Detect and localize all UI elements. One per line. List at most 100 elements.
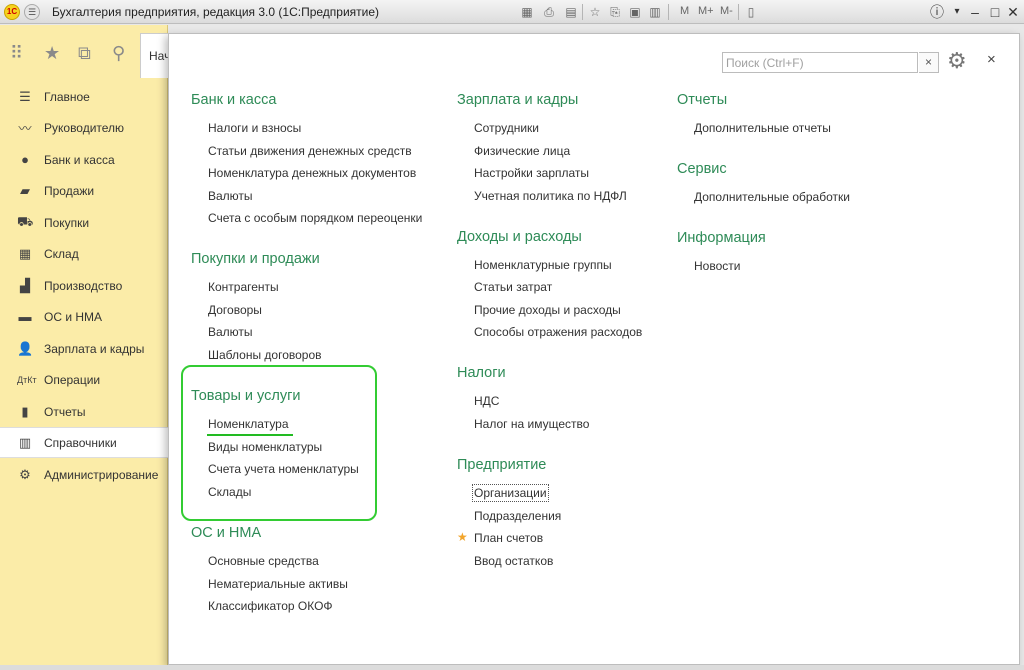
link-nomenclature-accounts[interactable]: Счета учета номенклатуры <box>208 462 359 476</box>
link-organizations[interactable]: Организации <box>472 484 549 502</box>
link-icon[interactable]: ⎘ <box>606 3 624 21</box>
window-mode-icon[interactable]: ▯ <box>742 3 760 21</box>
link-ndfl-policy[interactable]: Учетная политика по НДФЛ <box>474 189 627 203</box>
link-additional-reports[interactable]: Дополнительные отчеты <box>694 121 831 135</box>
search-icon[interactable]: ⚲ <box>112 43 125 64</box>
section-director[interactable]: 〰 Руководителю <box>0 112 168 143</box>
history-icon[interactable]: ▣ <box>626 3 644 21</box>
group-title-purchases-sales: Покупки и продажи <box>191 251 320 267</box>
minimize-button[interactable]: – <box>964 2 986 22</box>
link-warehouses[interactable]: Склады <box>208 485 251 499</box>
calendar-icon[interactable]: ▦ <box>518 3 536 21</box>
section-sales[interactable]: ▰ Продажи <box>0 175 168 206</box>
section-label: Производство <box>44 278 123 293</box>
section-operations[interactable]: ДтКт Операции <box>0 364 168 395</box>
section-reports[interactable]: ▮ Отчеты <box>0 396 168 427</box>
section-bank[interactable]: ● Банк и касса <box>0 144 168 175</box>
coin-icon: ● <box>21 152 29 167</box>
memory-plus-button[interactable]: M+ <box>698 5 714 17</box>
favorite-icon[interactable]: ☆ <box>586 3 604 21</box>
memory-minus-button[interactable]: M- <box>720 5 733 17</box>
section-main[interactable]: ☰ Главное <box>0 81 168 112</box>
toolbar-separator <box>668 4 669 20</box>
factory-icon: ▟ <box>20 277 30 293</box>
link-intangible-assets[interactable]: Нематериальные активы <box>208 577 348 591</box>
group-title-goods-services: Товары и услуги <box>191 388 301 404</box>
link-property-tax[interactable]: Налог на имущество <box>474 417 589 431</box>
window-title: Бухгалтерия предприятия, редакция 3.0 (1… <box>52 5 380 19</box>
group-title-fixed-assets: ОС и НМА <box>191 525 262 541</box>
operations-icon: ДтКт <box>17 374 37 385</box>
apps-grid-icon[interactable]: ⠿ <box>10 43 23 64</box>
bag-icon: ▰ <box>20 182 30 198</box>
link-departments[interactable]: Подразделения <box>474 509 561 523</box>
link-vat[interactable]: НДС <box>474 394 499 408</box>
memory-button[interactable]: M <box>680 5 689 17</box>
section-purchases[interactable]: ⛟ Покупки <box>0 207 168 238</box>
functions-panel: × ⚙ × Банк и касса Налоги и взносы Стать… <box>168 33 1020 665</box>
link-expense-methods[interactable]: Способы отражения расходов <box>474 325 642 339</box>
link-nomenclature-groups[interactable]: Номенклатурные группы <box>474 258 612 272</box>
link-salary-settings[interactable]: Настройки зарплаты <box>474 166 589 180</box>
section-admin[interactable]: ⚙ Администрирование <box>0 459 168 490</box>
link-revaluation-accounts[interactable]: Счета с особым порядком переоценки <box>208 211 422 225</box>
group-title-bank: Банк и касса <box>191 92 277 108</box>
link-okof-classifier[interactable]: Классификатор ОКОФ <box>208 599 333 613</box>
app-logo-icon[interactable]: 1С <box>4 4 20 20</box>
history-icon[interactable]: ⧉ <box>78 43 91 64</box>
link-other-income-expenses[interactable]: Прочие доходы и расходы <box>474 303 621 317</box>
menu-icon: ☰ <box>19 88 31 104</box>
link-cost-items[interactable]: Статьи затрат <box>474 280 552 294</box>
link-currencies-2[interactable]: Валюты <box>208 325 253 339</box>
link-news[interactable]: Новости <box>694 259 740 273</box>
link-cash-flow-items[interactable]: Статьи движения денежных средств <box>208 144 412 158</box>
link-employees[interactable]: Сотрудники <box>474 121 539 135</box>
section-label: Отчеты <box>44 404 86 419</box>
search-input[interactable] <box>722 52 918 73</box>
link-monetary-documents[interactable]: Номенклатура денежных документов <box>208 166 416 180</box>
favorite-star-icon[interactable]: ★ <box>457 530 468 544</box>
calc-icon[interactable]: ▥ <box>646 3 664 21</box>
window-close-button[interactable]: ✕ <box>1002 2 1024 22</box>
bar-chart-icon: ▮ <box>21 403 29 419</box>
link-chart-of-accounts[interactable]: План счетов <box>474 531 543 545</box>
trend-icon: 〰 <box>18 121 32 136</box>
gear-icon: ⚙ <box>19 466 31 482</box>
link-individuals[interactable]: Физические лица <box>474 144 570 158</box>
cart-icon: ⛟ <box>17 213 34 229</box>
search-clear-button[interactable]: × <box>919 52 939 73</box>
section-label: Справочники <box>44 435 117 450</box>
section-label: Зарплата и кадры <box>44 341 145 356</box>
group-title-taxes: Налоги <box>457 365 506 381</box>
warehouse-icon: ▦ <box>18 245 32 261</box>
section-warehouse[interactable]: ▦ Склад <box>0 238 168 269</box>
section-label: Администрирование <box>44 467 159 482</box>
settings-gear-icon[interactable]: ⚙ <box>947 48 967 74</box>
link-contracts[interactable]: Договоры <box>208 303 262 317</box>
link-taxes-contributions[interactable]: Налоги и взносы <box>208 121 301 135</box>
link-nomenclature[interactable]: Номенклатура <box>208 417 289 431</box>
window-bottom-edge <box>0 665 1024 670</box>
section-production[interactable]: ▟ Производство <box>0 270 168 301</box>
person-icon: 👤 <box>17 340 34 356</box>
info-icon[interactable]: ⓘ <box>926 2 948 22</box>
group-title-service: Сервис <box>677 161 727 177</box>
app-menu-icon[interactable]: ☰ <box>24 4 40 20</box>
section-catalogs[interactable]: ▥ Справочники <box>0 427 168 458</box>
sections-panel: ⠿ ★ ⧉ ⚲ ☰ Главное 〰 Руководителю ● Банк … <box>0 25 168 665</box>
star-icon[interactable]: ★ <box>44 43 60 64</box>
link-nomenclature-types[interactable]: Виды номенклатуры <box>208 440 322 454</box>
close-panel-button[interactable]: × <box>987 51 996 68</box>
section-assets[interactable]: ▬ ОС и НМА <box>0 301 168 332</box>
preview-icon[interactable]: ▤ <box>562 3 580 21</box>
print-icon[interactable]: ⎙ <box>540 3 558 21</box>
link-opening-balances[interactable]: Ввод остатков <box>474 554 553 568</box>
link-contract-templates[interactable]: Шаблоны договоров <box>208 348 322 362</box>
section-salary[interactable]: 👤 Зарплата и кадры <box>0 333 168 364</box>
section-label: Главное <box>44 89 90 104</box>
section-label: Операции <box>44 372 101 387</box>
link-fixed-assets[interactable]: Основные средства <box>208 554 319 568</box>
link-additional-processing[interactable]: Дополнительные обработки <box>694 190 850 204</box>
link-counterparties[interactable]: Контрагенты <box>208 280 279 294</box>
link-currencies[interactable]: Валюты <box>208 189 253 203</box>
